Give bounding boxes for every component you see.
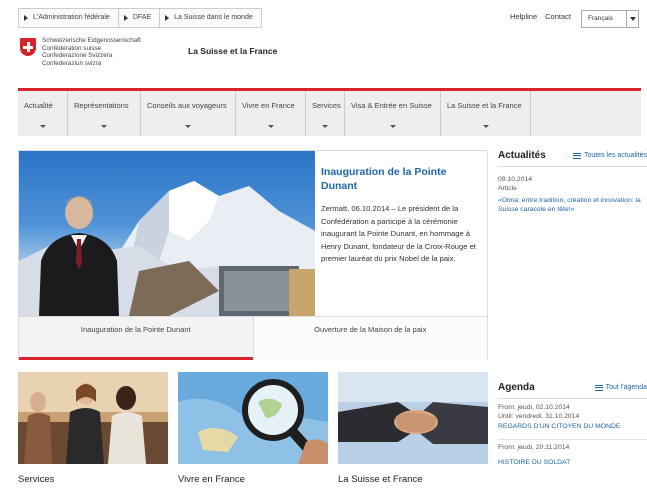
breadcrumb-item-dfae[interactable]: DFAE: [119, 9, 161, 27]
nav-label: Services: [312, 101, 341, 110]
confederation-rm: Confederaziun svizra: [42, 59, 102, 67]
arrow-right-icon: [165, 15, 170, 21]
chevron-down-icon: [389, 125, 396, 128]
swiss-cross-logo-icon[interactable]: [20, 38, 36, 56]
nav-label: Visa & Entrée en Suisse: [351, 101, 432, 110]
chevron-down-icon[interactable]: [626, 11, 638, 27]
helpline-link[interactable]: Helpline: [510, 12, 537, 21]
nav-label: Vivre en France: [242, 101, 295, 110]
services-photo: [18, 372, 168, 464]
news-item: 09.10.2014 Article «Olma: entre traditio…: [498, 176, 647, 214]
agenda-event: From: jeudi, 02.10.2014 Until: vendredi,…: [498, 404, 647, 430]
news-date: 09.10.2014: [498, 176, 533, 183]
chevron-down-icon: [482, 125, 489, 128]
nav-item-services[interactable]: Services: [306, 91, 345, 136]
top-bar: L'Administration fédérale DFAE La Suisse…: [18, 8, 641, 30]
news-type: Article: [498, 184, 517, 192]
agenda-event-from: From: jeudi, 20.11.2014: [498, 444, 570, 451]
main-nav: Actualité Représentations Conseils aux v…: [18, 88, 641, 136]
agenda-event-title[interactable]: REGARDS D'UN CITOYEN DU MONDE: [498, 423, 647, 430]
hero-tab-pointe-dunant[interactable]: Inauguration de la Pointe Dunant: [19, 317, 253, 360]
nav-item-representations[interactable]: Représentations: [68, 91, 141, 136]
all-news-label: Toutes les actualités: [583, 152, 647, 159]
nav-item-actualite[interactable]: Actualité: [18, 91, 68, 136]
news-item-link[interactable]: «Olma: entre tradition, création et inno…: [498, 197, 647, 214]
breadcrumb-label: La Suisse dans le monde: [174, 14, 253, 21]
agenda-event-from: From: jeudi, 02.10.2014: [498, 404, 570, 411]
nav-item-suisse-france[interactable]: La Suisse et la France: [441, 91, 531, 136]
chevron-down-icon: [39, 125, 46, 128]
all-agenda-link[interactable]: Tout l'agenda: [594, 384, 647, 391]
chevron-down-icon: [185, 125, 191, 128]
language-value: Français: [588, 15, 613, 22]
breadcrumb-item-admin[interactable]: L'Administration fédérale: [19, 9, 119, 27]
confederation-de: Schweizerische Eidgenossenschaft: [42, 37, 141, 44]
hero-carousel: Inauguration de la Pointe Dunant Zermatt…: [18, 150, 488, 360]
confederation-it: Confederazione Svizzera: [42, 52, 113, 60]
agenda-header: Agenda Tout l'agenda: [498, 382, 647, 399]
confederation-names: Schweizerische Eidgenossenschaft Confédé…: [42, 37, 141, 67]
hero-tabs: Inauguration de la Pointe Dunant Ouvertu…: [19, 316, 487, 360]
tile-services[interactable]: Services: [18, 372, 168, 485]
chevron-down-icon: [267, 125, 274, 128]
list-icon: [572, 152, 581, 159]
breadcrumb: L'Administration fédérale DFAE La Suisse…: [18, 8, 262, 28]
nav-item-vivre[interactable]: Vivre en France: [236, 91, 306, 136]
language-select[interactable]: Français: [581, 10, 639, 28]
nav-item-conseils[interactable]: Conseils aux voyageurs: [141, 91, 236, 136]
nav-label: Actualité: [24, 101, 53, 110]
tile-label-suisse-france: La Suisse et France: [338, 474, 423, 485]
site-header: Schweizerische Eidgenossenschaft Confédé…: [18, 36, 641, 86]
arrow-right-icon: [24, 15, 28, 21]
nav-label: Représentations: [74, 101, 129, 110]
nav-label: La Suisse et la France: [447, 101, 522, 110]
contact-link[interactable]: Contact: [545, 12, 571, 21]
hero-title[interactable]: Inauguration de la Pointe Dunant: [321, 165, 481, 193]
handshake-photo: [338, 372, 488, 464]
mountain-photo: [19, 181, 315, 316]
news-header: Actualités Toutes les actualités: [498, 150, 647, 167]
tile-label-vivre-france: Vivre en France: [178, 474, 245, 485]
hero-text-panel: Inauguration de la Pointe Dunant Zermatt…: [319, 151, 487, 316]
all-news-link[interactable]: Toutes les actualités: [572, 152, 647, 159]
hero-tab-maison-paix[interactable]: Ouverture de la Maison de la paix: [252, 317, 487, 360]
agenda-event-until: Until: vendredi, 31.10.2014: [498, 412, 580, 420]
confederation-fr: Confédération suisse: [42, 44, 102, 52]
chevron-down-icon: [322, 125, 328, 128]
site-title[interactable]: La Suisse et la France: [188, 46, 277, 56]
nav-item-visa[interactable]: Visa & Entrée en Suisse: [345, 91, 441, 136]
news-panel: Actualités Toutes les actualités 09.10.2…: [498, 150, 647, 214]
top-links: Helpline Contact: [510, 12, 571, 21]
vivre-france-photo: [178, 372, 328, 464]
hero-body: Zermatt, 06.10.2014 – Le président de la…: [321, 204, 476, 264]
chevron-down-icon: [101, 125, 107, 128]
news-heading: Actualités: [498, 150, 546, 161]
agenda-event: From: jeudi, 20.11.2014 HISTOIRE DU SOLD…: [498, 439, 647, 466]
agenda-heading: Agenda: [498, 382, 535, 393]
hero-image[interactable]: [19, 151, 315, 316]
tile-suisse-france[interactable]: La Suisse et France: [338, 372, 488, 485]
breadcrumb-label: L'Administration fédérale: [33, 14, 110, 21]
all-agenda-label: Tout l'agenda: [605, 384, 647, 391]
nav-label: Conseils aux voyageurs: [147, 101, 227, 110]
tile-vivre-france[interactable]: Vivre en France: [178, 372, 328, 485]
agenda-event-title[interactable]: HISTOIRE DU SOLDAT: [498, 459, 647, 466]
list-icon: [594, 384, 603, 391]
agenda-panel: Agenda Tout l'agenda From: jeudi, 02.10.…: [498, 382, 647, 466]
breadcrumb-item-suisse-monde[interactable]: La Suisse dans le monde: [160, 9, 261, 27]
arrow-right-icon: [123, 15, 128, 21]
tile-label-services: Services: [18, 474, 55, 485]
breadcrumb-label: DFAE: [132, 14, 152, 21]
